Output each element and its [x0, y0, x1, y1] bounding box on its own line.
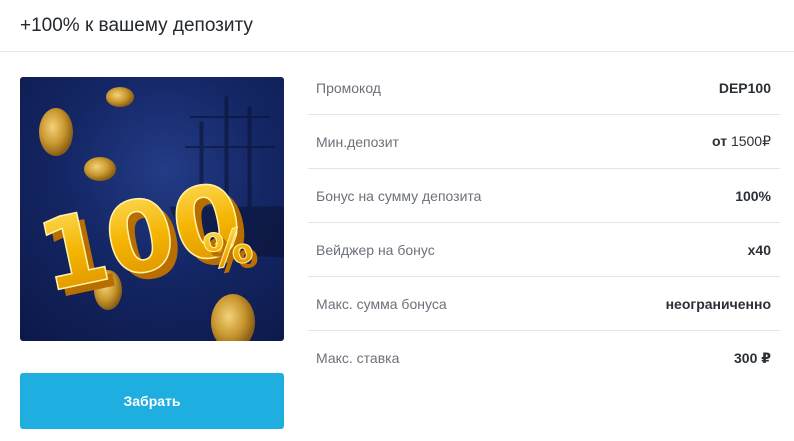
promocode-value: DEP100: [718, 79, 771, 96]
detail-row-bonus-amount: Бонус на сумму депозита 100%: [308, 169, 780, 223]
detail-row-min-deposit: Мин.депозит от 1500₽: [308, 115, 780, 169]
wager-value: x40: [747, 241, 771, 258]
max-bonus-value: неограниченно: [665, 295, 771, 312]
claim-bonus-button[interactable]: Забрать: [20, 373, 284, 429]
detail-label: Вейджер на бонус: [316, 241, 435, 258]
bonus-details-table: Промокод DEP100 Мин.депозит от 1500₽ Бон…: [308, 61, 780, 385]
bonus-illustration: 100 100 % %: [28, 87, 284, 341]
bonus-percent-value: 100%: [735, 187, 771, 204]
detail-label: Мин.депозит: [316, 133, 399, 150]
min-deposit-prefix: от: [711, 133, 728, 149]
min-deposit-amount: 1500₽: [730, 133, 771, 149]
coin-icon: [39, 108, 73, 156]
bonus-content: 100 100 % % Забрать Промокод DEP100 Мин.…: [0, 52, 794, 441]
page-title: +100% к вашему депозиту: [20, 14, 253, 36]
detail-label: Макс. сумма бонуса: [316, 295, 447, 312]
detail-label: Промокод: [316, 79, 381, 96]
detail-row-max-bet: Макс. ставка 300 ₽: [308, 331, 780, 385]
detail-row-promocode: Промокод DEP100: [308, 61, 780, 115]
page-header: +100% к вашему депозиту: [0, 0, 794, 52]
coin-icon: [211, 294, 255, 341]
bonus-image: 100 100 % %: [20, 77, 284, 341]
detail-row-max-bonus: Макс. сумма бонуса неограниченно: [308, 277, 780, 331]
min-deposit-value: от 1500₽: [712, 133, 771, 150]
detail-label: Бонус на сумму депозита: [316, 187, 482, 204]
max-bet-value: 300 ₽: [734, 349, 771, 366]
coin-icon: [84, 157, 116, 181]
detail-row-wager: Вейджер на бонус x40: [308, 223, 780, 277]
coin-icon: [106, 87, 134, 107]
detail-label: Макс. ставка: [316, 350, 400, 366]
